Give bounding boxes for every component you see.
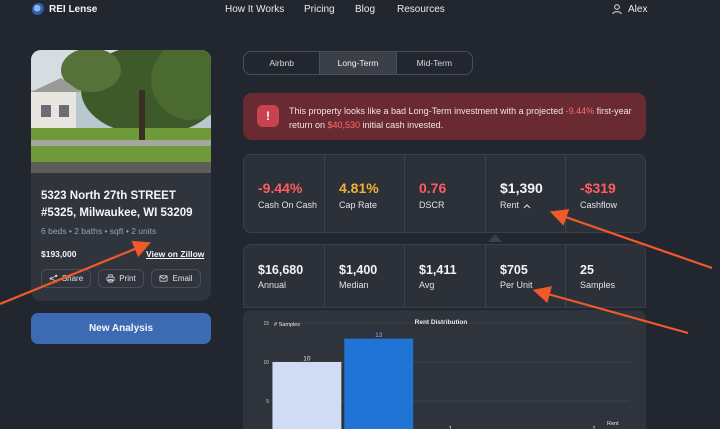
rent-value: $705 [500, 263, 528, 277]
property-photo [31, 50, 211, 173]
rent-label: Avg [419, 280, 435, 290]
metric-rent[interactable]: $1,390 Rent [486, 155, 566, 232]
printer-icon [106, 274, 115, 283]
chart-x-label: Rent [607, 421, 619, 427]
chevron-up-icon[interactable] [523, 203, 531, 209]
metric-dscr: 0.76 DSCR [405, 155, 486, 232]
brand-name[interactable]: REI Lense [49, 4, 97, 15]
view-on-zillow-link[interactable]: View on Zillow [146, 249, 204, 259]
share-button[interactable]: Share [41, 269, 91, 288]
property-card: 5323 North 27th STREET #5325, Milwaukee,… [31, 50, 211, 301]
rent-value: $1,411 [419, 263, 457, 277]
rent-median: $1,400 Median [325, 245, 405, 307]
top-nav: REI Lense How It Works Pricing Blog Reso… [0, 0, 720, 22]
alert-return-pct: -9.44% [565, 106, 595, 116]
chart-y-label: # Samples [274, 322, 300, 328]
metric-cashflow: -$319 Cashflow [566, 155, 647, 232]
metric-value: -$319 [580, 180, 616, 196]
metrics-panel: -9.44% Cash On Cash 4.81% Cap Rate 0.76 … [243, 154, 646, 233]
dropdown-pointer [488, 234, 502, 242]
print-button[interactable]: Print [98, 269, 144, 288]
globe-logo-icon [32, 3, 45, 16]
metric-label: Rent [500, 200, 531, 211]
share-icon [49, 274, 58, 283]
y-tick-label: 15 [263, 321, 269, 327]
bar-value-label: 10 [303, 356, 311, 363]
exclamation-icon: ! [257, 105, 279, 127]
property-address: 5323 North 27th STREET #5325, Milwaukee,… [41, 190, 193, 219]
chart-bar [272, 362, 342, 429]
rent-value: 25 [580, 263, 594, 277]
metric-value: $1,390 [500, 180, 543, 196]
alert-cash-invested: $40,530 [327, 120, 361, 130]
metric-label: Cap Rate [339, 200, 378, 210]
rent-distribution-panel: 51015 1013101 Rent Distribution # Sample… [243, 310, 646, 429]
rent-samples: 25 Samples [566, 245, 647, 307]
email-button[interactable]: Email [151, 269, 201, 288]
rent-value: $1,400 [339, 263, 378, 277]
rent-annual: $16,680 Annual [244, 245, 325, 307]
y-tick-label: 5 [266, 399, 269, 405]
chart-bar [344, 338, 414, 429]
email-label: Email [172, 274, 193, 283]
metric-cap-rate: 4.81% Cap Rate [325, 155, 405, 232]
nav-resources[interactable]: Resources [397, 4, 445, 15]
metric-value: -9.44% [258, 180, 303, 196]
metric-value: 0.76 [419, 180, 447, 196]
rent-label: Median [339, 280, 369, 290]
share-label: Share [61, 274, 84, 283]
metric-cash-on-cash: -9.44% Cash On Cash [244, 155, 325, 232]
property-specs: 6 beds • 2 baths • sqft • 2 units [41, 226, 157, 236]
metric-label: DSCR [419, 200, 445, 210]
rent-avg: $1,411 Avg [405, 245, 486, 307]
chart-title: Rent Distribution [415, 319, 468, 326]
y-tick-label: 10 [263, 360, 269, 366]
nav-how-it-works[interactable]: How It Works [225, 4, 284, 15]
new-analysis-button[interactable]: New Analysis [31, 313, 211, 344]
mail-icon [159, 275, 168, 282]
rent-stats-panel: $16,680 Annual $1,400 Median $1,411 Avg … [243, 244, 646, 308]
metric-label: Cashflow [580, 200, 618, 210]
metric-value: 4.81% [339, 180, 379, 196]
tab-airbnb[interactable]: Airbnb [244, 52, 321, 74]
rent-value: $16,680 [258, 263, 304, 277]
user-icon[interactable] [611, 3, 623, 15]
rent-label: Samples [580, 280, 616, 290]
nav-pricing[interactable]: Pricing [304, 4, 335, 15]
print-label: Print [119, 274, 136, 283]
bar-value-label: 13 [375, 332, 383, 339]
rent-label: Per Unit [500, 280, 533, 290]
alert-message: This property looks like a bad Long-Term… [289, 106, 632, 130]
tab-mid-term[interactable]: Mid-Term [397, 52, 472, 74]
property-price: $193,000 [41, 249, 77, 259]
user-name[interactable]: Alex [628, 4, 647, 15]
investment-alert: ! This property looks like a bad Long-Te… [243, 93, 646, 140]
nav-blog[interactable]: Blog [355, 4, 375, 15]
tab-long-term[interactable]: Long-Term [320, 52, 397, 74]
rent-label: Annual [258, 280, 287, 290]
rent-per-unit: $705 Per Unit [486, 245, 566, 307]
strategy-tabs: Airbnb Long-Term Mid-Term [243, 51, 473, 75]
metric-label: Cash On Cash [258, 200, 318, 210]
rent-distribution-chart: 51015 1013101 Rent Distribution # Sample… [243, 310, 646, 429]
